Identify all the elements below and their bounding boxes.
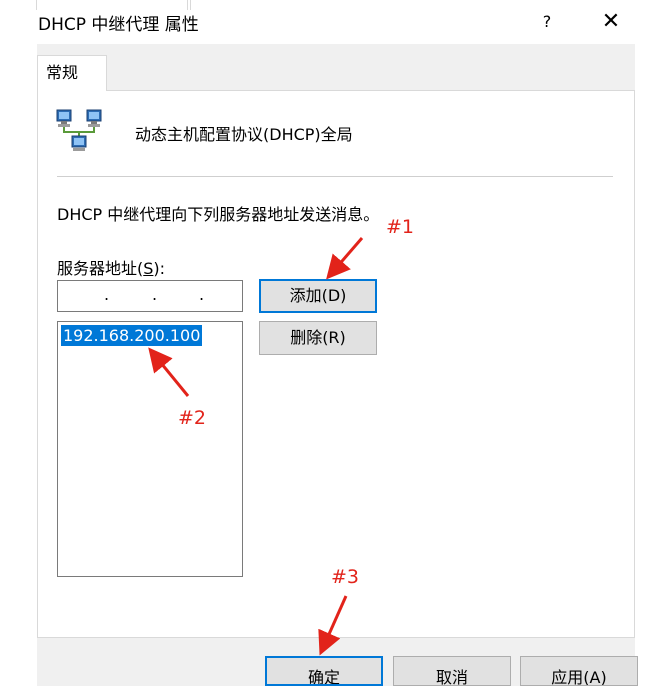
close-button[interactable]: ✕ <box>596 8 626 36</box>
description-text: DHCP 中继代理向下列服务器地址发送消息。 <box>57 205 380 224</box>
divider <box>57 176 613 177</box>
apply-button[interactable]: 应用(A) <box>520 656 638 686</box>
ip-address-input[interactable]: . . . <box>57 280 243 312</box>
header-label: 动态主机配置协议(DHCP)全局 <box>135 125 353 144</box>
network-computers-icon <box>56 109 102 151</box>
annotation-label-1: #1 <box>386 216 415 238</box>
add-button[interactable]: 添加(D) <box>259 279 377 313</box>
ip-dot-1: . <box>104 285 110 304</box>
annotation-label-2: #2 <box>178 407 207 429</box>
server-address-list[interactable]: 192.168.200.100 <box>57 321 243 577</box>
background-window-fragment-line <box>190 0 191 10</box>
ip-dot-3: . <box>199 285 205 304</box>
annotation-label-3: #3 <box>331 566 360 588</box>
help-button[interactable]: ? <box>533 10 561 34</box>
ok-button[interactable]: 确定 <box>265 656 383 686</box>
server-address-label: 服务器地址(S): <box>57 259 166 278</box>
ip-dot-2: . <box>152 285 158 304</box>
cancel-button[interactable]: 取消 <box>393 656 511 686</box>
tab-general[interactable]: 常规 <box>37 55 107 91</box>
background-window-fragment <box>36 0 188 10</box>
window-title: DHCP 中继代理 属性 <box>38 15 199 35</box>
list-item[interactable]: 192.168.200.100 <box>61 325 203 346</box>
delete-button[interactable]: 删除(R) <box>259 321 377 355</box>
